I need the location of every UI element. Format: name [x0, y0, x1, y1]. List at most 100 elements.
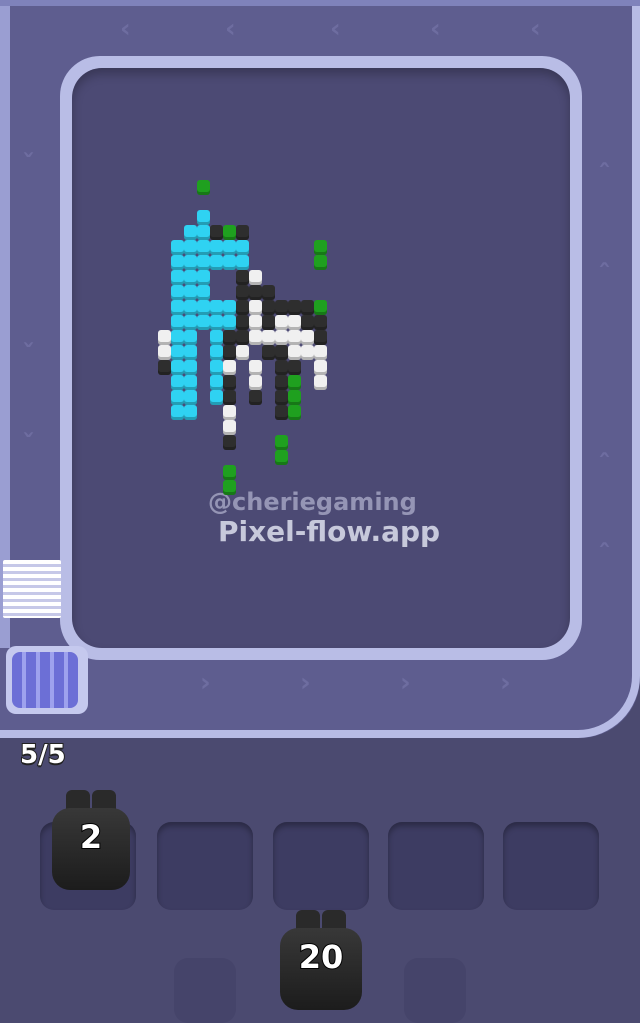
pixel-block — [301, 315, 314, 330]
pixel-block — [314, 360, 327, 375]
shooter[interactable]: 2 — [52, 790, 130, 890]
pixel-block — [223, 390, 236, 405]
pixel-block — [314, 345, 327, 360]
conveyor-arrow-icon: ˆ — [598, 160, 611, 190]
lower-slot[interactable] — [174, 958, 236, 1023]
pixel-block — [210, 255, 223, 270]
pixel-block — [197, 285, 210, 300]
pixel-block — [171, 285, 184, 300]
pixel-block — [236, 270, 249, 285]
pixel-block — [210, 390, 223, 405]
pixel-block — [158, 345, 171, 360]
watermark-site: Pixel-flow.app — [218, 515, 441, 548]
pixel-block — [236, 225, 249, 240]
pixel-block — [301, 300, 314, 315]
pixel-block — [288, 360, 301, 375]
pixel-block — [236, 315, 249, 330]
pixel-block — [210, 300, 223, 315]
pixel-block — [262, 345, 275, 360]
pixel-block — [171, 360, 184, 375]
pixel-block — [171, 255, 184, 270]
conveyor-arrow-icon: ‹ — [330, 14, 341, 44]
pixel-block — [314, 375, 327, 390]
pixel-block — [223, 240, 236, 255]
pixel-block — [171, 405, 184, 420]
pixel-block — [171, 240, 184, 255]
pixel-block — [249, 375, 262, 390]
slot[interactable] — [273, 822, 369, 910]
pixel-block — [262, 285, 275, 300]
conveyor-arrow-icon: ˇ — [22, 430, 35, 460]
conveyor-arrow-icon: ˆ — [598, 260, 611, 290]
pixel-block — [184, 300, 197, 315]
pixel-block — [184, 360, 197, 375]
pixel-block — [184, 345, 197, 360]
watermark-handle: @cheriegaming — [208, 488, 417, 516]
slot[interactable] — [157, 822, 253, 910]
pixel-block — [314, 330, 327, 345]
pixel-block — [249, 315, 262, 330]
pixel-block — [223, 255, 236, 270]
pixel-block — [275, 390, 288, 405]
pixel-block — [210, 360, 223, 375]
pixel-block — [184, 255, 197, 270]
pixel-block — [301, 345, 314, 360]
conveyor-arrow-icon: ‹ — [430, 14, 441, 44]
pixel-block — [171, 390, 184, 405]
pixel-block — [184, 315, 197, 330]
pixel-block — [275, 330, 288, 345]
pixel-block — [197, 240, 210, 255]
pixel-block — [262, 315, 275, 330]
lower-slot[interactable] — [404, 958, 466, 1023]
pixel-block — [275, 450, 288, 465]
pixel-block — [288, 390, 301, 405]
pixel-block — [275, 405, 288, 420]
pixel-block — [288, 345, 301, 360]
pixel-block — [223, 375, 236, 390]
slot[interactable] — [388, 822, 484, 910]
pixel-block — [236, 255, 249, 270]
queue-counter: 5/5 — [19, 739, 67, 771]
pixel-block — [210, 345, 223, 360]
pixel-block — [197, 255, 210, 270]
pixel-block — [197, 180, 210, 195]
pixel-block — [197, 270, 210, 285]
conveyor-arrow-icon: › — [500, 668, 511, 698]
pixel-block — [249, 330, 262, 345]
pixel-block — [210, 330, 223, 345]
pixel-block — [171, 300, 184, 315]
pixel-block — [236, 240, 249, 255]
pixel-block — [171, 315, 184, 330]
conveyor-entry — [3, 560, 61, 618]
pixel-block — [171, 345, 184, 360]
pixel-block — [262, 300, 275, 315]
pixel-block — [197, 315, 210, 330]
conveyor-arrow-icon: › — [300, 668, 311, 698]
pixel-block — [184, 240, 197, 255]
shooter-count: 2 — [79, 817, 103, 857]
pixel-block — [223, 465, 236, 480]
shooter-queue[interactable] — [12, 652, 78, 708]
pixel-block — [197, 225, 210, 240]
pixel-block — [236, 300, 249, 315]
pixel-block — [184, 390, 197, 405]
shooter[interactable]: 20 — [280, 910, 362, 1010]
pixel-block — [184, 405, 197, 420]
conveyor-arrow-icon: ˇ — [22, 150, 35, 180]
shooter-count: 20 — [298, 937, 345, 977]
pixel-block — [249, 300, 262, 315]
pixel-block — [275, 345, 288, 360]
pixel-block — [288, 375, 301, 390]
pixel-block — [275, 435, 288, 450]
pixel-block — [184, 330, 197, 345]
pixel-block — [223, 435, 236, 450]
slot[interactable] — [503, 822, 599, 910]
pixel-block — [236, 345, 249, 360]
pixel-block — [210, 315, 223, 330]
pixel-block — [223, 315, 236, 330]
conveyor-arrow-icon: ˇ — [22, 340, 35, 370]
pixel-block — [184, 285, 197, 300]
pixel-block — [171, 270, 184, 285]
pixel-block — [288, 405, 301, 420]
pixel-block — [249, 270, 262, 285]
